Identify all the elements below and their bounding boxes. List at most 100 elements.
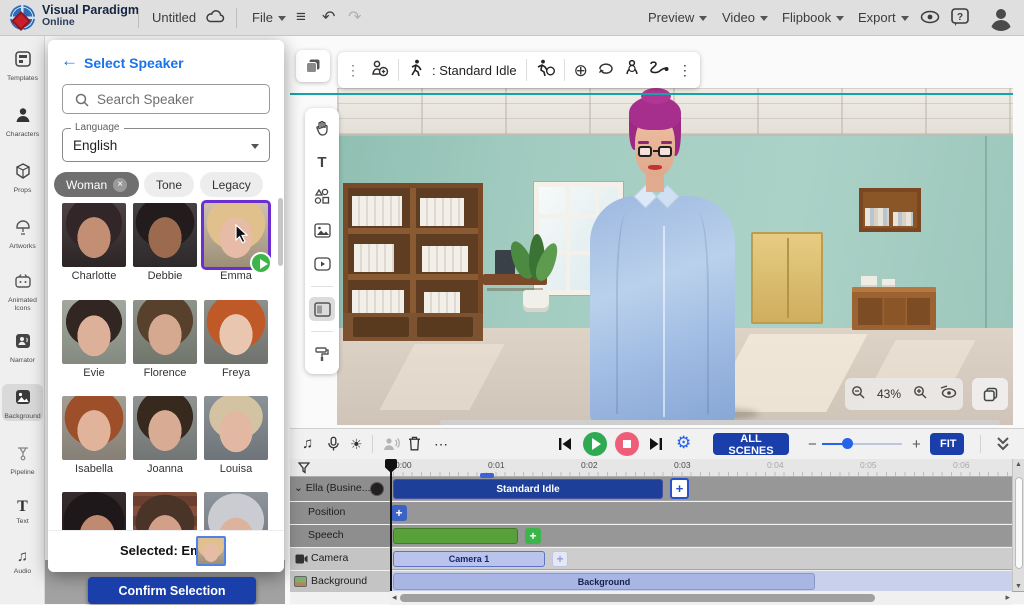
remove-filter-icon[interactable]: × xyxy=(113,178,127,192)
hide-ui-icon[interactable] xyxy=(939,385,957,404)
character-pose-icon[interactable] xyxy=(369,59,389,82)
clip-handle[interactable] xyxy=(480,473,494,478)
more-options-icon[interactable]: ⋮ xyxy=(678,63,692,77)
speaker-cell-debbie[interactable]: Debbie xyxy=(133,203,197,282)
shapes-tool-button[interactable] xyxy=(309,184,335,208)
panel-scrollbar[interactable] xyxy=(278,198,283,266)
speaker-cell-joanna[interactable]: Joanna xyxy=(133,396,197,475)
sidebar-item-characters[interactable]: Characters xyxy=(2,102,43,139)
file-menu[interactable]: File xyxy=(252,10,286,25)
scene-viewport[interactable] xyxy=(337,88,1013,425)
playhead-line[interactable] xyxy=(390,459,392,591)
clip-camera-1[interactable]: Camera 1 xyxy=(393,551,545,567)
eye-icon[interactable] xyxy=(920,10,940,29)
mic-icon[interactable] xyxy=(327,436,340,457)
motion-icon[interactable] xyxy=(536,59,555,81)
help-icon[interactable]: ? xyxy=(950,7,970,32)
trash-icon[interactable] xyxy=(408,436,421,456)
video-menu[interactable]: Video xyxy=(722,10,768,25)
scroll-up-icon[interactable]: ▲ xyxy=(1015,461,1022,468)
fit-button[interactable]: FIT xyxy=(930,433,964,455)
effects-icon[interactable]: ☀ xyxy=(350,435,363,453)
user-avatar[interactable] xyxy=(988,5,1014,31)
timeline-vertical-scrollbar[interactable]: ▲ ▼ xyxy=(1012,459,1024,591)
filter-chip-woman[interactable]: Woman × xyxy=(54,172,139,197)
text-tool-button[interactable]: T xyxy=(309,150,335,174)
timeline-zoom-in[interactable]: + xyxy=(912,436,921,453)
settings-gear-icon[interactable]: ⚙ xyxy=(676,434,691,452)
sidebar-item-background[interactable]: Background xyxy=(2,384,43,421)
speaker-cell-evie[interactable]: Evie xyxy=(62,300,126,379)
speaker-person-icon[interactable] xyxy=(382,437,400,456)
track-label-speech[interactable]: Speech xyxy=(290,525,390,547)
zoom-value[interactable]: 43% xyxy=(877,387,901,401)
track-label-position[interactable]: Position xyxy=(290,502,390,524)
speaker-cell-freya[interactable]: Freya xyxy=(204,300,268,379)
paint-tool-button[interactable] xyxy=(309,342,335,366)
flipbook-menu[interactable]: Flipbook xyxy=(782,10,844,25)
zoom-out-icon[interactable] xyxy=(851,385,865,404)
speaker-cell-isabella[interactable]: Isabella xyxy=(62,396,126,475)
more-icon[interactable]: ⋯ xyxy=(434,435,448,453)
filter-chip-legacy[interactable]: Legacy xyxy=(200,172,263,197)
timeline-zoom-out[interactable]: − xyxy=(808,436,817,453)
skip-start-icon[interactable] xyxy=(558,437,573,456)
sidebar-item-text[interactable]: T Text xyxy=(2,494,43,526)
clip-background[interactable]: Background xyxy=(393,573,815,590)
add-position-button[interactable]: + xyxy=(391,505,407,521)
sidebar-item-narrator[interactable]: Narrator xyxy=(2,328,43,365)
track-label-camera[interactable]: Camera xyxy=(290,548,390,570)
export-menu[interactable]: Export xyxy=(858,10,909,25)
zoom-to-character-icon[interactable] xyxy=(624,59,640,81)
language-select[interactable]: Language English xyxy=(62,128,270,162)
sidebar-item-audio[interactable]: ♫ Audio xyxy=(2,544,43,576)
scroll-down-icon[interactable]: ▼ xyxy=(1015,583,1022,590)
sidebar-item-templates[interactable]: Templates xyxy=(2,46,43,83)
add-speech-button[interactable]: + xyxy=(525,528,541,544)
canvas-horizontal-scrollbar[interactable] xyxy=(440,420,1000,425)
idle-animation-icon[interactable] xyxy=(408,59,423,81)
pan-tool-button[interactable] xyxy=(309,116,335,140)
confirm-selection-button[interactable]: Confirm Selection xyxy=(88,577,256,604)
document-title[interactable]: Untitled xyxy=(152,10,196,25)
play-preview-icon[interactable] xyxy=(250,252,272,274)
drag-handle-icon[interactable]: ⋮ xyxy=(346,63,360,77)
cloud-sync-icon[interactable] xyxy=(204,8,226,31)
collapse-timeline-icon[interactable] xyxy=(996,436,1010,457)
back-arrow-icon[interactable]: ← xyxy=(61,51,78,71)
music-icon[interactable]: ♫ xyxy=(302,435,313,453)
image-tool-button[interactable] xyxy=(309,218,335,242)
add-animation-button[interactable]: + xyxy=(670,478,689,499)
clip-standard-idle[interactable]: Standard Idle xyxy=(393,479,663,499)
speaker-cell-florence[interactable]: Florence xyxy=(133,300,197,379)
rotate-icon[interactable] xyxy=(597,61,615,80)
preview-menu[interactable]: Preview xyxy=(648,10,707,25)
video-tool-button[interactable] xyxy=(309,252,335,276)
collapse-track-icon[interactable]: ⌄ xyxy=(294,482,303,494)
track-label-character[interactable]: ⌄ Ella (Busine... xyxy=(290,477,390,501)
duplicate-scene-button[interactable] xyxy=(296,50,330,82)
skip-end-icon[interactable] xyxy=(648,437,663,456)
scroll-left-icon[interactable]: ◂ xyxy=(392,592,397,603)
sidebar-item-props[interactable]: Props xyxy=(2,158,43,195)
hamburger-menu-icon[interactable]: ≡ xyxy=(296,7,306,27)
undo-icon[interactable]: ↶ xyxy=(322,7,335,27)
speaker-search-input[interactable]: Search Speaker xyxy=(62,84,270,114)
orbit-icon[interactable]: ⊕ xyxy=(574,62,588,79)
speaker-cell-louisa[interactable]: Louisa xyxy=(204,396,268,475)
path-icon[interactable] xyxy=(649,60,669,80)
sidebar-item-pipeline[interactable]: Pipeline xyxy=(2,440,43,477)
timeline-horizontal-scrollbar[interactable]: ◂ ▸ xyxy=(390,591,1012,605)
scroll-right-icon[interactable]: ▸ xyxy=(1005,592,1010,603)
filter-icon[interactable] xyxy=(298,462,310,474)
layout-tool-button[interactable] xyxy=(309,297,335,321)
duplicate-view-button[interactable] xyxy=(972,378,1008,410)
speaker-cell-charlotte[interactable]: Charlotte xyxy=(62,203,126,282)
add-camera-button[interactable]: + xyxy=(552,551,568,567)
play-button[interactable] xyxy=(583,432,607,456)
timeline-zoom-knob[interactable] xyxy=(842,438,853,449)
scrollbar-thumb[interactable] xyxy=(1015,477,1023,569)
all-scenes-button[interactable]: ALL SCENES xyxy=(713,433,789,455)
clip-speech[interactable] xyxy=(393,528,518,544)
track-label-background[interactable]: Background xyxy=(290,571,390,592)
